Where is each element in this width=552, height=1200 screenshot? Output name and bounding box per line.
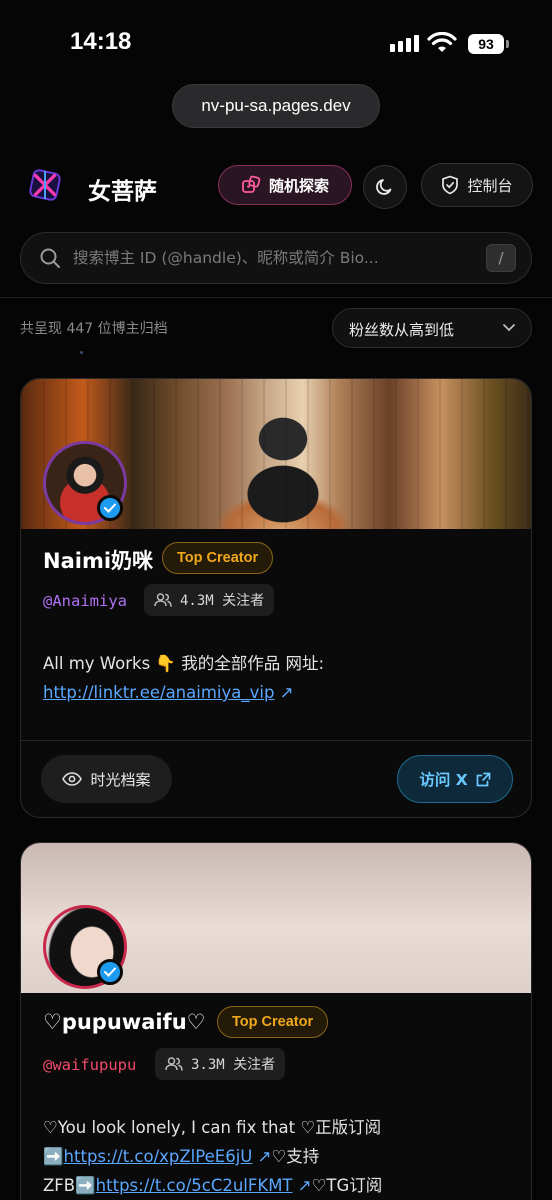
bio-link[interactable]: https://t.co/xpZlPeE6jU bbox=[64, 1147, 253, 1166]
external-link-icon bbox=[476, 772, 491, 786]
follower-count-label: 3.3M 关注者 bbox=[191, 1057, 276, 1073]
verified-icon bbox=[97, 495, 123, 521]
follower-count: 4.3M 关注者 bbox=[144, 584, 275, 616]
bio-text: ♡支持 bbox=[271, 1147, 320, 1166]
creator-handle[interactable]: @Anaimiya bbox=[43, 592, 127, 610]
follower-count-label: 4.3M 关注者 bbox=[180, 593, 265, 609]
users-icon bbox=[154, 593, 172, 607]
archive-button[interactable]: 时光档案 bbox=[41, 755, 172, 803]
shield-icon bbox=[442, 175, 459, 195]
moon-icon bbox=[376, 179, 392, 195]
console-label: 控制台 bbox=[467, 176, 513, 195]
search-bar: / bbox=[20, 232, 532, 284]
status-time: 14:18 bbox=[70, 28, 132, 55]
wifi-icon bbox=[427, 32, 457, 52]
creator-name: ♡pupuwaifu♡ bbox=[43, 1010, 206, 1034]
eye-icon bbox=[62, 772, 83, 786]
bio-link[interactable]: https://t.co/5cC2ulFKMT bbox=[96, 1176, 293, 1195]
bio-line: ♡You look lonely, I can fix that ♡正版订阅 bbox=[43, 1118, 382, 1137]
dice-icon bbox=[242, 175, 261, 193]
status-bar: 14:18 93 bbox=[0, 0, 552, 90]
search-icon bbox=[40, 248, 60, 268]
site-header: 女菩萨 随机探索 控制台 bbox=[0, 156, 552, 216]
header-divider bbox=[0, 297, 552, 298]
bio-link[interactable]: http://linktr.ee/anaimiya_vip bbox=[43, 683, 274, 702]
archive-label: 时光档案 bbox=[90, 770, 151, 789]
creator-card: Naimi奶咪 Top Creator @Anaimiya 4.3M 关注者 A… bbox=[20, 378, 532, 818]
logo-icon[interactable] bbox=[26, 166, 64, 204]
url-bar[interactable]: nv-pu-sa.pages.dev bbox=[172, 84, 380, 128]
search-shortcut-key: / bbox=[486, 244, 516, 272]
battery-icon: 93 bbox=[468, 34, 509, 54]
arrow-right-icon: ➡️ bbox=[43, 1147, 64, 1166]
external-arrow-icon: ↗ bbox=[274, 683, 294, 702]
users-icon bbox=[165, 1057, 183, 1071]
card-divider bbox=[21, 740, 531, 741]
bio-text: ♡TG订阅 bbox=[311, 1176, 383, 1195]
external-arrow-icon: ↗ bbox=[292, 1176, 312, 1195]
verified-icon bbox=[97, 959, 123, 985]
sort-dropdown[interactable]: 粉丝数从高到低 bbox=[332, 308, 532, 348]
console-button[interactable]: 控制台 bbox=[421, 163, 533, 207]
loading-dot bbox=[80, 351, 83, 354]
external-arrow-icon: ↗ bbox=[252, 1147, 272, 1166]
cellular-signal-icon bbox=[390, 35, 419, 52]
follower-count: 3.3M 关注者 bbox=[155, 1048, 286, 1080]
arrow-right-icon: ➡️ bbox=[75, 1176, 96, 1195]
top-creator-badge: Top Creator bbox=[217, 1006, 329, 1038]
brand-title[interactable]: 女菩萨 bbox=[88, 172, 157, 206]
creator-bio: ♡You look lonely, I can fix that ♡正版订阅 ➡… bbox=[43, 1113, 513, 1200]
theme-toggle-button[interactable] bbox=[363, 165, 407, 209]
creator-handle[interactable]: @waifupupu bbox=[43, 1056, 136, 1074]
visit-x-label: 访问 X bbox=[419, 771, 468, 789]
sort-dropdown-value: 粉丝数从高到低 bbox=[349, 321, 455, 339]
bio-text: ZFB bbox=[43, 1176, 76, 1195]
creator-bio: All my Works 👇 我的全部作品 网址: http://linktr.… bbox=[43, 649, 513, 707]
chevron-down-icon bbox=[503, 324, 515, 332]
bio-text: All my Works 👇 我的全部作品 网址: bbox=[43, 654, 324, 673]
creator-card: ♡pupuwaifu♡ Top Creator @waifupupu 3.3M … bbox=[20, 842, 532, 1200]
random-explore-button[interactable]: 随机探索 bbox=[218, 165, 352, 205]
result-count: 共呈现 447 位博主归档 bbox=[20, 321, 168, 337]
creator-name: Naimi奶咪 bbox=[43, 549, 154, 573]
random-explore-label: 随机探索 bbox=[268, 176, 329, 195]
search-input[interactable] bbox=[73, 233, 473, 283]
top-creator-badge: Top Creator bbox=[162, 542, 274, 574]
visit-x-button[interactable]: 访问 X bbox=[397, 755, 513, 803]
